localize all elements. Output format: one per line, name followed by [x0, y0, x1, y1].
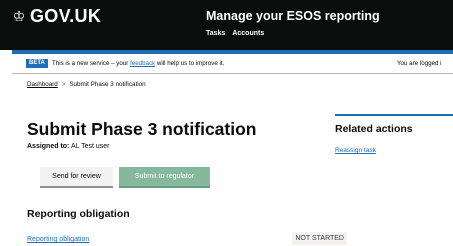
reporting-obligation-heading: Reporting obligation: [27, 208, 130, 220]
related-actions-heading: Related actions: [335, 123, 413, 135]
logged-in-text: You are logged i: [397, 60, 442, 67]
phase-text-before: This is a new service – your: [52, 60, 131, 67]
task-list-item: Reporting obligation NOT STARTED: [27, 232, 347, 246]
feedback-link[interactable]: feedback: [130, 60, 155, 67]
breadcrumb-dashboard[interactable]: Dashboard: [27, 81, 58, 89]
nav-item-tasks[interactable]: Tasks: [206, 29, 225, 39]
submit-to-regulator-button[interactable]: Submit to regulator: [119, 167, 210, 186]
service-name[interactable]: Manage your ESOS reporting: [206, 8, 380, 24]
assigned-label: Assigned to:: [27, 143, 70, 150]
govuk-logo-link[interactable]: GOV.UK: [30, 6, 101, 26]
breadcrumb: Dashboard > Submit Phase 3 notification: [27, 81, 146, 89]
reassign-task-link[interactable]: Reassign task: [335, 147, 376, 155]
reporting-obligation-task-link[interactable]: Reporting obligation: [27, 235, 89, 244]
phase-text-after: will help us to improve it.: [155, 60, 225, 67]
crown-icon: ♔: [12, 8, 26, 24]
site-header: ♔ GOV.UK Manage your ESOS reporting Task…: [0, 0, 453, 50]
header-navigation: Tasks Accounts: [206, 29, 264, 39]
page-title: Submit Phase 3 notification: [27, 119, 257, 139]
assigned-value: AL Test user: [70, 143, 110, 150]
phase-tag: BETA: [26, 59, 48, 68]
breadcrumb-current: Submit Phase 3 notification: [69, 81, 146, 88]
nav-item-accounts[interactable]: Accounts: [232, 29, 264, 39]
related-actions-border: [335, 114, 453, 116]
chevron-right-icon: >: [61, 82, 66, 88]
phase-banner-text: This is a new service – your feedback wi…: [52, 60, 224, 68]
phase-banner: BETA This is a new service – your feedba…: [12, 54, 453, 74]
assigned-to: Assigned to: AL Test user: [27, 142, 109, 151]
send-for-review-button[interactable]: Send for review: [40, 167, 113, 186]
status-badge: NOT STARTED: [292, 232, 347, 245]
